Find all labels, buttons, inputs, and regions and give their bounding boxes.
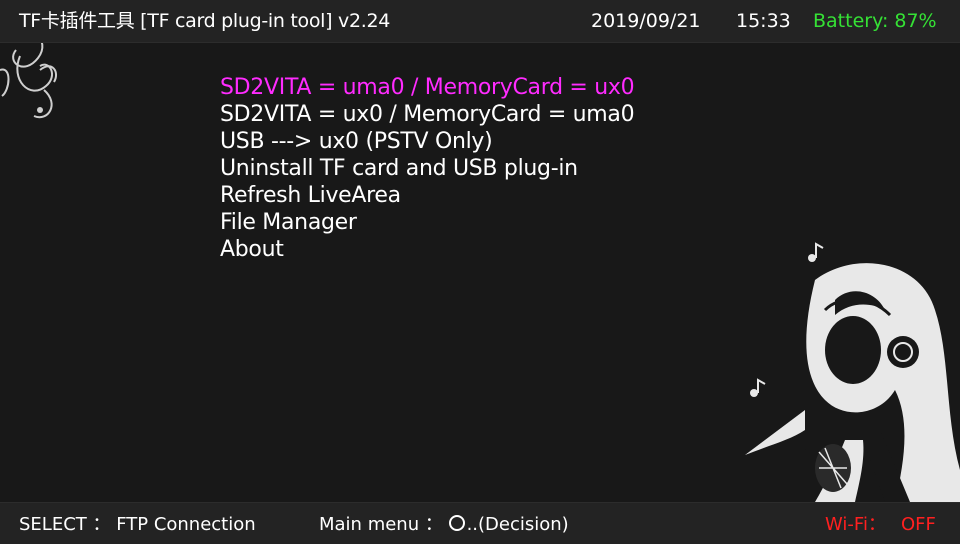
time-display: 15:33 — [736, 10, 791, 32]
menu-item-usb-ux0[interactable]: USB ---> ux0 (PSTV Only) — [220, 128, 634, 155]
status-bar: TF卡插件工具 [TF card plug-in tool] v2.24 201… — [0, 0, 960, 43]
main-menu-hint-prefix: Main menu ： — [319, 514, 443, 535]
main-menu-hint: Main menu ： ..(Decision) — [319, 514, 569, 536]
menu-item-sd2vita-uma0[interactable]: SD2VITA = uma0 / MemoryCard = ux0 — [220, 74, 635, 101]
control-hints-bar: SELECT ： FTP Connection Main menu ： ..(D… — [0, 502, 960, 544]
select-ftp-hint: SELECT ： FTP Connection — [19, 514, 256, 535]
menu-item-file-manager[interactable]: File Manager — [220, 209, 634, 236]
battery-status: Battery: 87% — [813, 10, 937, 32]
menu-item-about[interactable]: About — [220, 236, 634, 263]
menu-item-sd2vita-ux0[interactable]: SD2VITA = ux0 / MemoryCard = uma0 — [220, 101, 635, 128]
wifi-status: OFF — [901, 514, 936, 535]
date-display: 2019/09/21 — [591, 10, 701, 32]
wifi-label: Wi-Fi： — [825, 514, 886, 535]
app-title: TF卡插件工具 [TF card plug-in tool] v2.24 — [19, 10, 391, 32]
tf-card-plugin-tool-screen: TF卡插件工具 [TF card plug-in tool] v2.24 201… — [0, 0, 960, 544]
headphone-girl-illustration — [745, 242, 960, 502]
circle-button-icon — [448, 515, 465, 531]
menu-item-uninstall[interactable]: Uninstall TF card and USB plug-in — [220, 155, 634, 182]
menu-item-refresh-livearea[interactable]: Refresh LiveArea — [220, 182, 634, 209]
main-menu-hint-suffix: ..(Decision) — [466, 514, 569, 535]
main-menu: SD2VITA = uma0 / MemoryCard = ux0 SD2VIT… — [220, 74, 635, 263]
